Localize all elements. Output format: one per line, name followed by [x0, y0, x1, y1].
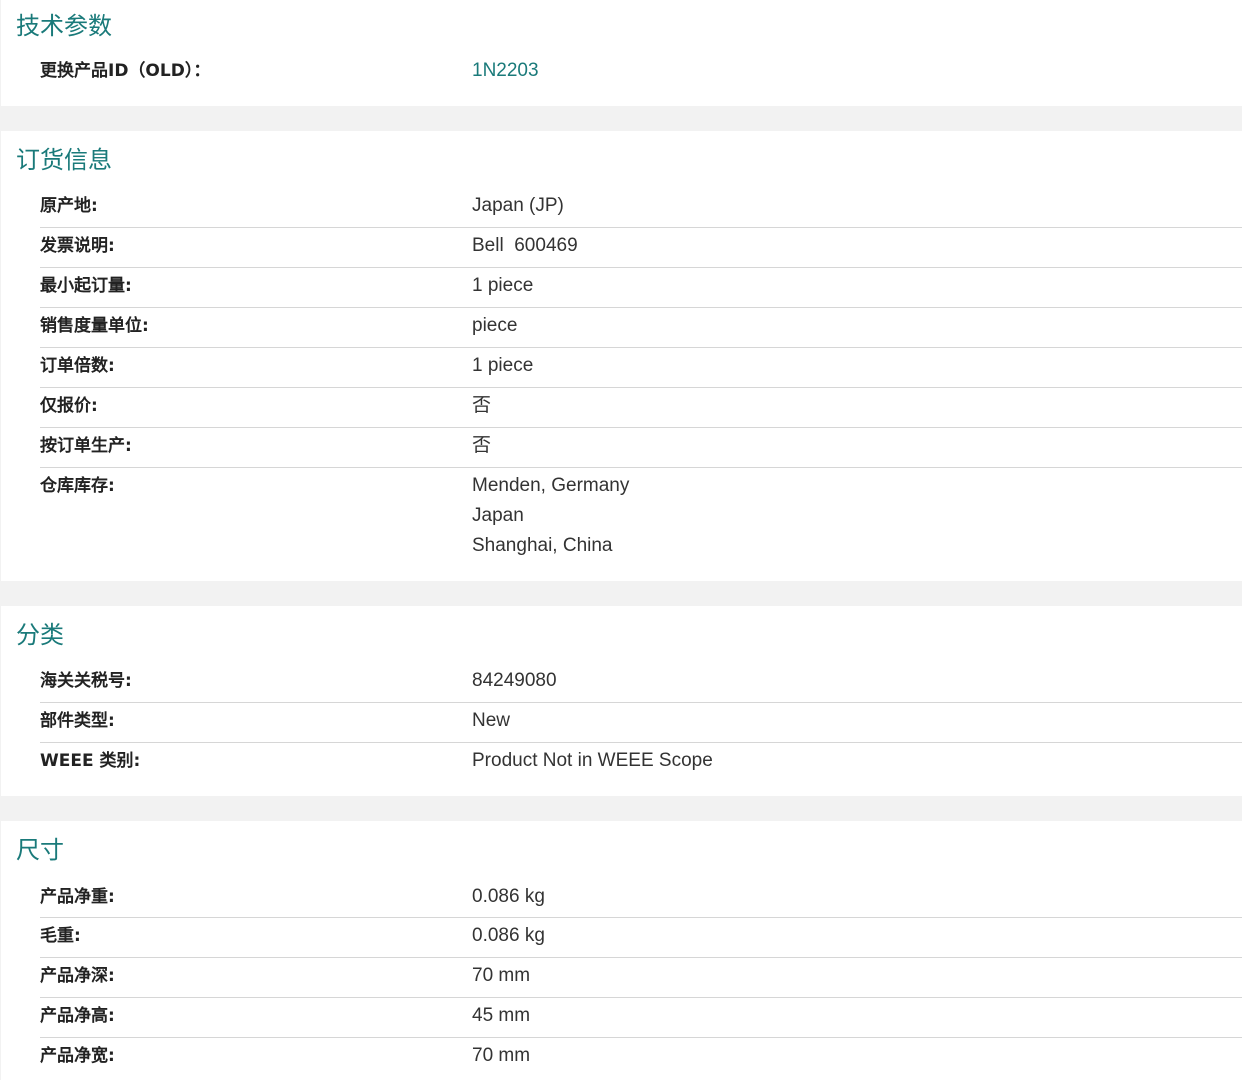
row-value: Bell 600469 [472, 235, 578, 256]
row-divider [40, 997, 1242, 998]
row-divider [40, 1037, 1242, 1038]
section-title-ordering: 订货信息 [16, 146, 112, 174]
row-value: piece [472, 315, 518, 336]
table-row: 按订单生产: 否 [1, 431, 1242, 471]
row-label: 销售度量单位: [40, 316, 149, 336]
row-label: 仅报价: [40, 396, 98, 416]
row-value: 0.086 kg [472, 925, 545, 946]
classification-section: 分类 海关关税号: 84249080 部件类型: New WEEE 类别: Pr… [1, 606, 1242, 796]
row-label: 海关关税号: [40, 671, 132, 691]
section-title-tech: 技术参数 [16, 12, 112, 40]
warehouse-location: Shanghai, China [472, 535, 613, 556]
row-label: 仓库库存: [40, 476, 115, 496]
section-title-dimensions: 尺寸 [16, 836, 64, 864]
row-label: WEEE 类别: [40, 751, 141, 771]
table-row: 产品净宽: 70 mm [1, 1041, 1242, 1080]
row-divider [40, 702, 1242, 703]
tech-params-section: 技术参数 更换产品ID（OLD）： 1N2203 [1, 0, 1242, 106]
table-row: 销售度量单位: piece [1, 311, 1242, 351]
row-divider [40, 917, 1242, 918]
row-value: 45 mm [472, 1005, 531, 1026]
row-divider [40, 467, 1242, 468]
row-divider [40, 307, 1242, 308]
row-divider [40, 347, 1242, 348]
ordering-info-section: 订货信息 原产地: Japan (JP) 发票说明: Bell 600469 最… [1, 131, 1242, 581]
row-label: 产品净深: [40, 966, 115, 986]
row-label: 产品净重: [40, 887, 115, 907]
table-row: 产品净重: 0.086 kg [1, 882, 1242, 922]
replacement-product-link[interactable]: 1N2203 [472, 56, 539, 86]
row-value: Japan (JP) [472, 195, 564, 216]
row-label: 最小起订量: [40, 276, 132, 296]
table-row: 产品净深: 70 mm [1, 961, 1242, 1001]
dimensions-section: 尺寸 产品净重: 0.086 kg 毛重: 0.086 kg 产品净深: 70 … [1, 821, 1242, 1080]
row-divider [40, 267, 1242, 268]
table-row: WEEE 类别: Product Not in WEEE Scope [1, 746, 1242, 786]
row-label: 产品净宽: [40, 1046, 115, 1066]
table-row: 毛重: 0.086 kg [1, 921, 1242, 961]
row-label: 发票说明: [40, 236, 115, 256]
row-divider [40, 387, 1242, 388]
row-value: 1 piece [472, 275, 534, 296]
table-row: 部件类型: New [1, 706, 1242, 746]
row-value: 1 piece [472, 355, 534, 376]
table-row: 最小起订量: 1 piece [1, 271, 1242, 311]
row-label: 产品净高: [40, 1006, 115, 1026]
table-row: 订单倍数: 1 piece [1, 351, 1242, 391]
row-divider [40, 427, 1242, 428]
row-value: 0.086 kg [472, 886, 545, 907]
row-divider [40, 227, 1242, 228]
section-title-classification: 分类 [16, 621, 64, 649]
row-label: 毛重: [40, 926, 81, 946]
row-label: 订单倍数: [40, 356, 115, 376]
row-value: 70 mm [472, 965, 531, 986]
row-label: 按订单生产: [40, 436, 132, 456]
row-value: New [472, 710, 511, 731]
warehouse-location: Japan [472, 505, 524, 526]
row-value: 否 [472, 435, 492, 456]
table-row: 发票说明: Bell 600469 [1, 231, 1242, 271]
warehouse-location: Menden, Germany [472, 475, 630, 496]
row-label: 原产地: [40, 196, 98, 216]
table-row: 仅报价: 否 [1, 391, 1242, 431]
table-row: 海关关税号: 84249080 [1, 666, 1242, 706]
table-row: 原产地: Japan (JP) [1, 191, 1242, 231]
row-value: Product Not in WEEE Scope [472, 750, 713, 771]
row-divider [40, 742, 1242, 743]
row-divider [40, 957, 1242, 958]
table-row: 更换产品ID（OLD）： 1N2203 [1, 56, 1242, 86]
row-label: 部件类型: [40, 711, 115, 731]
row-value: 70 mm [472, 1045, 531, 1066]
row-label: 更换产品ID（OLD）： [40, 61, 211, 81]
table-row: 产品净高: 45 mm [1, 1001, 1242, 1041]
table-row: 仓库库存: Menden, Germany Japan Shanghai, Ch… [1, 471, 1242, 571]
row-value: 84249080 [472, 670, 557, 691]
row-value: 否 [472, 395, 492, 416]
